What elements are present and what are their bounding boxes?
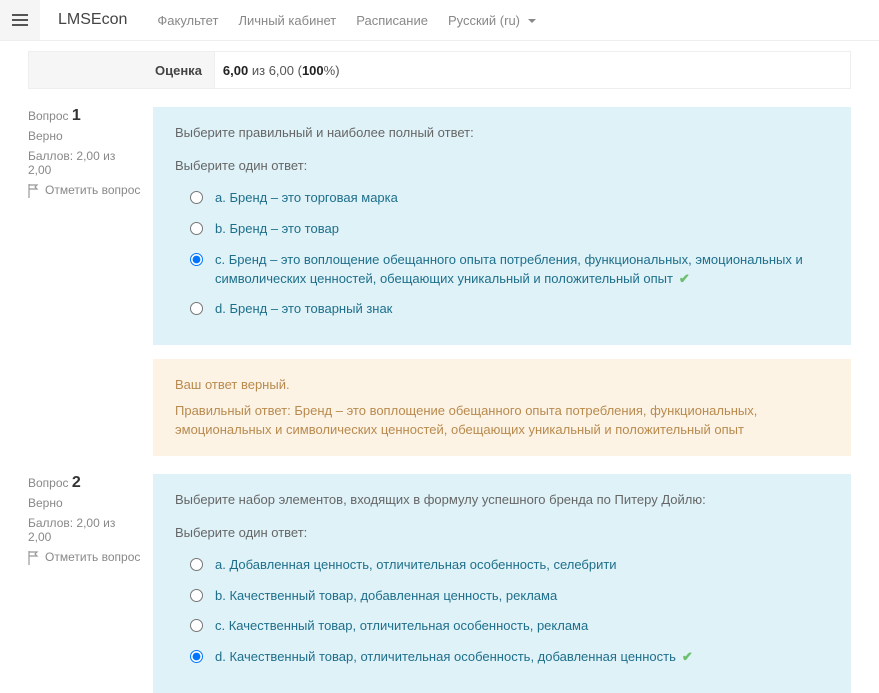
site-brand[interactable]: LMSEcon <box>48 11 147 29</box>
language-dropdown[interactable]: Русский (ru) <box>438 13 546 28</box>
question-points: Баллов: 2,00 из 2,00 <box>28 516 141 544</box>
question-block-2: Вопрос 2 Верно Баллов: 2,00 из 2,00 Отме… <box>28 474 851 693</box>
question-side: Вопрос 2 Верно Баллов: 2,00 из 2,00 Отме… <box>28 474 141 693</box>
grade-summary-row: Оценка 6,00 из 6,00 (100%) <box>28 51 851 89</box>
nav-link-faculty[interactable]: Факультет <box>147 13 228 28</box>
flag-label: Отметить вопрос <box>45 550 140 564</box>
flag-label: Отметить вопрос <box>45 183 140 197</box>
answer-instruction: Выберите один ответ: <box>175 525 829 540</box>
question-number: Вопрос 2 <box>28 474 141 492</box>
radio-c[interactable] <box>190 619 203 632</box>
option-d[interactable]: d. Качественный товар, отличительная осо… <box>175 642 829 673</box>
radio-b[interactable] <box>190 222 203 235</box>
check-icon: ✔ <box>682 649 693 664</box>
radio-a[interactable] <box>190 191 203 204</box>
option-b[interactable]: b. Бренд – это товар <box>175 214 829 245</box>
option-a[interactable]: a. Бренд – это торговая марка <box>175 183 829 214</box>
option-d[interactable]: d. Бренд – это товарный знак <box>175 294 829 325</box>
radio-d[interactable] <box>190 650 203 663</box>
flag-icon <box>28 184 40 198</box>
flag-question-link[interactable]: Отметить вопрос <box>28 183 141 198</box>
question-state: Верно <box>28 129 141 143</box>
option-a[interactable]: a. Добавленная ценность, отличительная о… <box>175 550 829 581</box>
radio-d[interactable] <box>190 302 203 315</box>
question-prompt: Выберите набор элементов, входящих в фор… <box>175 492 829 507</box>
nav-link-schedule[interactable]: Расписание <box>346 13 438 28</box>
option-label: c. Качественный товар, отличительная осо… <box>215 617 588 636</box>
option-c[interactable]: c. Качественный товар, отличительная осо… <box>175 611 829 642</box>
option-c[interactable]: c. Бренд – это воплощение обещанного опы… <box>175 245 829 295</box>
option-label: c. Бренд – это воплощение обещанного опы… <box>215 251 829 289</box>
radio-b[interactable] <box>190 589 203 602</box>
top-navbar: LMSEcon Факультет Личный кабинет Расписа… <box>0 0 879 41</box>
feedback-correct: Ваш ответ верный. <box>175 375 829 395</box>
question-block-1: Вопрос 1 Верно Баллов: 2,00 из 2,00 Отме… <box>28 107 851 456</box>
answer-instruction: Выберите один ответ: <box>175 158 829 173</box>
check-icon: ✔ <box>679 271 690 286</box>
question-points: Баллов: 2,00 из 2,00 <box>28 149 141 177</box>
radio-c[interactable] <box>190 253 203 266</box>
flag-question-link[interactable]: Отметить вопрос <box>28 550 141 565</box>
question-state: Верно <box>28 496 141 510</box>
language-label: Русский (ru) <box>448 13 520 28</box>
menu-toggle-button[interactable] <box>0 0 40 40</box>
question-content: Выберите правильный и наиболее полный от… <box>153 107 851 345</box>
option-b[interactable]: b. Качественный товар, добавленная ценно… <box>175 581 829 612</box>
chevron-down-icon <box>528 19 536 23</box>
grade-label: Оценка <box>155 63 202 78</box>
feedback-box: Ваш ответ верный. Правильный ответ: Брен… <box>153 359 851 456</box>
radio-a[interactable] <box>190 558 203 571</box>
option-label: d. Качественный товар, отличительная осо… <box>215 648 693 667</box>
hamburger-icon <box>12 19 28 21</box>
grade-value: 6,00 из 6,00 (100%) <box>214 52 850 88</box>
question-prompt: Выберите правильный и наиболее полный от… <box>175 125 829 140</box>
question-side: Вопрос 1 Верно Баллов: 2,00 из 2,00 Отме… <box>28 107 141 456</box>
question-number: Вопрос 1 <box>28 107 141 125</box>
option-label: d. Бренд – это товарный знак <box>215 300 392 319</box>
question-content: Выберите набор элементов, входящих в фор… <box>153 474 851 693</box>
feedback-correct-answer: Правильный ответ: Бренд – это воплощение… <box>175 401 829 440</box>
option-label: a. Добавленная ценность, отличительная о… <box>215 556 617 575</box>
nav-link-dashboard[interactable]: Личный кабинет <box>228 13 346 28</box>
option-label: a. Бренд – это торговая марка <box>215 189 398 208</box>
option-label: b. Бренд – это товар <box>215 220 339 239</box>
flag-icon <box>28 551 40 565</box>
